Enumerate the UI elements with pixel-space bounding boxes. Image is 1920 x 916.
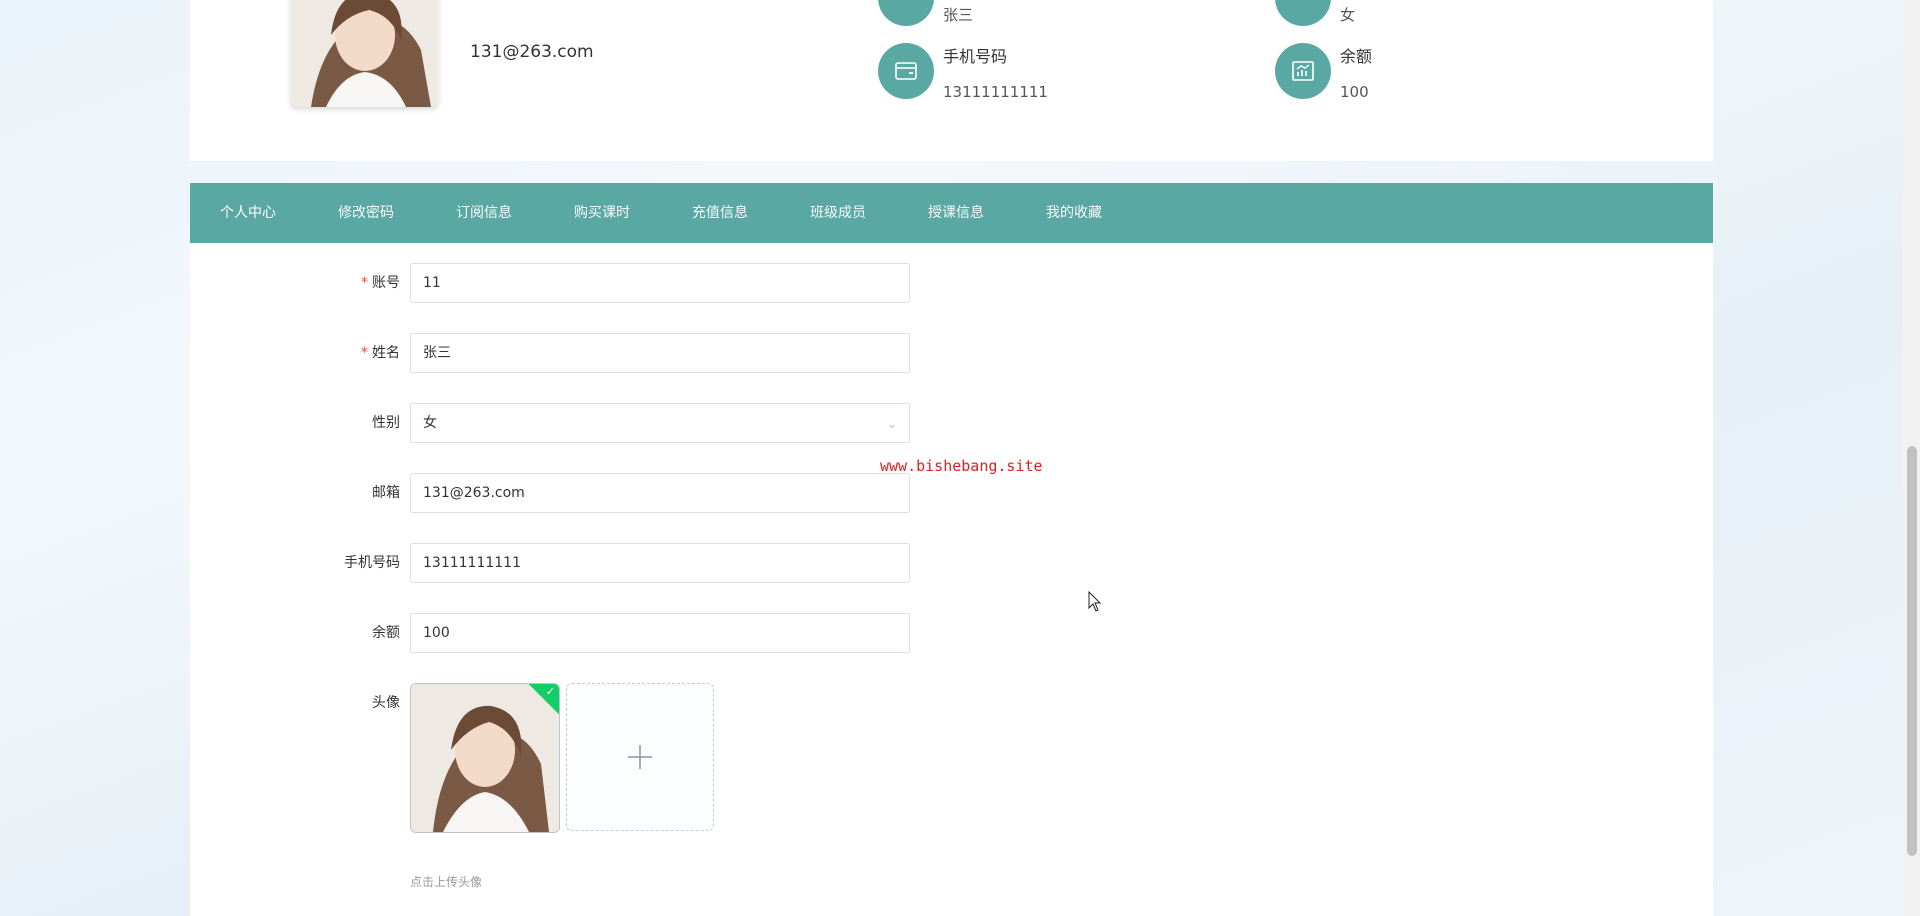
profile-balance-label: 余额 [1340,47,1373,66]
upload-avatar-tip: 点击上传头像 [410,875,483,889]
profile-info-name: 张三 [878,0,1178,30]
profile-info-balance: 余额 100 [1275,43,1575,103]
name-label-text: 姓名 [372,345,400,361]
form-row-gender: 性别 女 ⌄ [190,403,1190,443]
account-label-text: 账号 [372,275,400,291]
form-row-name: * 姓名 张三 [190,333,1190,373]
profile-avatar [291,0,438,107]
tab-subscriptions[interactable]: 订阅信息 [456,183,512,243]
email-input[interactable]: 131@263.com [410,473,910,513]
form-row-account: * 账号 11 [190,263,1190,303]
gender-icon [1275,0,1331,26]
profile-info-phone: 手机号码 13111111111 [878,43,1178,103]
form-row-balance: 余额 100 [190,613,1190,653]
form-row-avatar: 头像 ✓ [190,683,1190,843]
form-row-phone: 手机号码 13111111111 [190,543,1190,583]
chart-icon [1275,43,1331,99]
check-icon: ✓ [545,685,555,698]
phone-input[interactable]: 13111111111 [410,543,910,583]
user-icon [878,0,934,26]
wallet-icon [878,43,934,99]
profile-form: * 账号 11 * 姓名 张三 性别 女 ⌄ 邮箱 131@263.com 手机号码… [190,243,1713,916]
tab-buy-lessons[interactable]: 购买课时 [574,183,630,243]
gender-label: 性别 [372,415,400,431]
account-label: * 账号 [361,263,400,303]
site-watermark: www.bishebang.site [880,457,1043,475]
tab-change-password[interactable]: 修改密码 [338,183,394,243]
gender-select[interactable]: 女 ⌄ [410,403,910,443]
email-label: 邮箱 [372,485,400,501]
profile-name-value: 张三 [943,6,974,24]
required-mark: * [361,275,368,291]
tab-favorites[interactable]: 我的收藏 [1046,183,1102,243]
name-label: * 姓名 [361,333,400,373]
mouse-cursor-icon [1088,590,1102,617]
tab-recharge[interactable]: 充值信息 [692,183,748,243]
required-mark: * [361,345,368,361]
profile-balance-value: 100 [1340,83,1369,101]
profile-phone-value: 13111111111 [943,83,1048,101]
balance-label: 余额 [372,625,400,641]
tab-class-members[interactable]: 班级成员 [810,183,866,243]
avatar-label: 头像 [372,695,400,711]
profile-phone-label: 手机号码 [943,47,1008,66]
tab-personal-center[interactable]: 个人中心 [220,183,276,243]
account-input[interactable]: 11 [410,263,910,303]
profile-gender-value: 女 [1340,6,1356,24]
name-input[interactable]: 张三 [410,333,910,373]
profile-card: 131@263.com 张三 女 手机号码 13111111111 余额 100 [190,0,1713,161]
balance-input[interactable]: 100 [410,613,910,653]
profile-email: 131@263.com [470,42,594,62]
profile-info-gender: 女 [1275,0,1575,30]
gender-select-value: 女 [423,415,437,431]
scrollbar-thumb[interactable] [1907,446,1917,856]
chevron-down-icon: ⌄ [886,417,897,431]
form-row-email: 邮箱 131@263.com [190,473,1190,513]
page-scrollbar[interactable] [1903,0,1920,916]
tab-teaching-info[interactable]: 授课信息 [928,183,984,243]
center-tabbar: 个人中心 修改密码 订阅信息 购买课时 充值信息 班级成员 授课信息 我的收藏 [190,183,1713,243]
plus-icon [628,745,652,769]
upload-avatar-button[interactable] [566,683,714,831]
phone-label: 手机号码 [344,555,400,571]
uploaded-avatar-thumbnail[interactable]: ✓ [410,683,560,833]
